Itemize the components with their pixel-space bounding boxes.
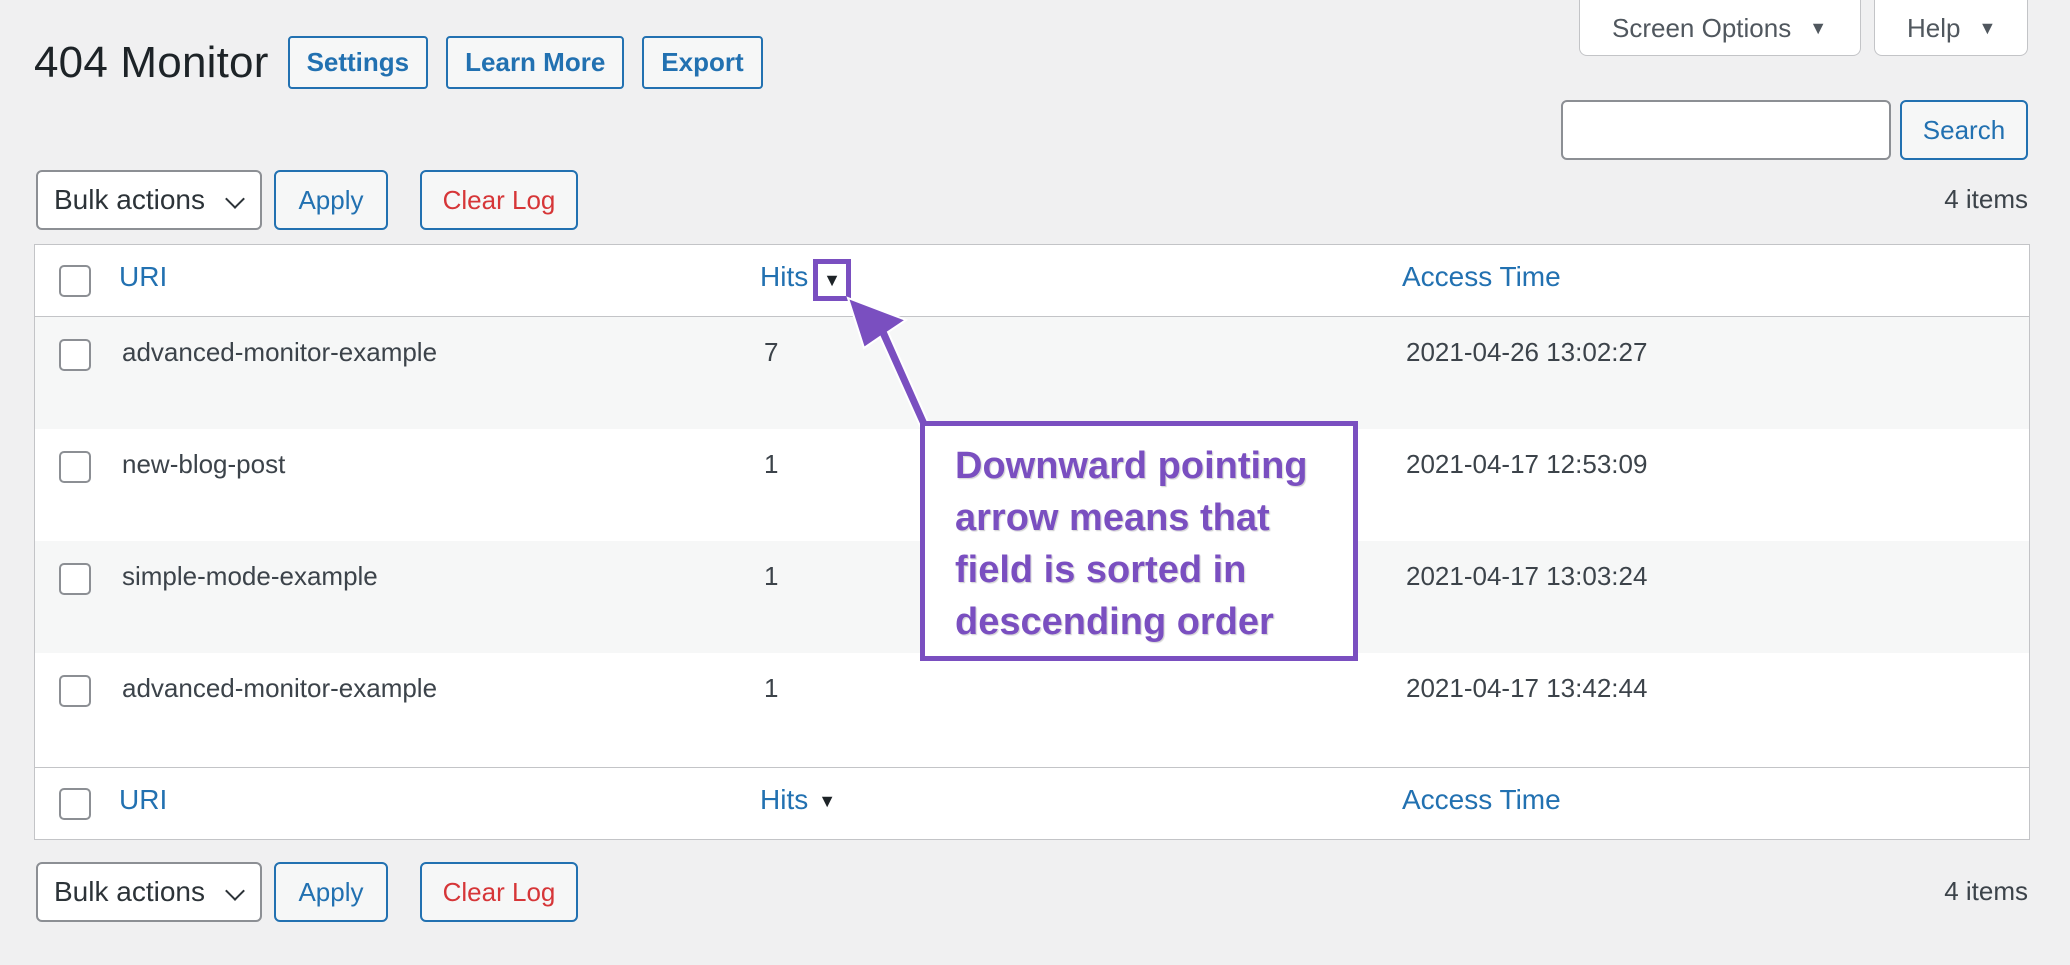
search-input[interactable] (1561, 100, 1891, 160)
tablenav-top: Bulk actions Apply Clear Log 4 items (36, 170, 2028, 230)
row-checkbox[interactable] (59, 675, 91, 707)
cell-access-time: 2021-04-17 13:42:44 (1406, 673, 1648, 703)
clear-log-button[interactable]: Clear Log (420, 170, 578, 230)
row-checkbox[interactable] (59, 339, 91, 371)
table-row: advanced-monitor-example 7 2021-04-26 13… (35, 317, 2029, 429)
clear-log-button-bottom[interactable]: Clear Log (420, 862, 578, 922)
sort-descending-icon[interactable]: ▼ (813, 259, 851, 301)
cell-access-time: 2021-04-26 13:02:27 (1406, 337, 1648, 367)
settings-button[interactable]: Settings (287, 36, 429, 89)
search-box: Search (1561, 100, 2028, 160)
tablenav-bottom: Bulk actions Apply Clear Log 4 items (36, 862, 2028, 922)
search-button[interactable]: Search (1900, 100, 2028, 160)
sort-descending-icon: ▼ (818, 791, 837, 812)
cell-access-time: 2021-04-17 13:03:24 (1406, 561, 1648, 591)
cell-hits: 7 (764, 337, 779, 367)
cell-hits: 1 (764, 449, 779, 479)
column-access-time-footer[interactable]: Access Time (1402, 784, 1561, 816)
column-access-time[interactable]: Access Time (1402, 261, 1561, 293)
table-footer: URI Hits ▼ Access Time (35, 767, 2029, 839)
bulk-actions-label: Bulk actions (54, 876, 205, 907)
cell-access-time: 2021-04-17 12:53:09 (1406, 449, 1648, 479)
screen-meta-links: Screen Options ▼ Help ▼ (1579, 0, 2028, 56)
screen-options-label: Screen Options (1612, 13, 1792, 43)
annotation-text: Downward pointing arrow means that field… (955, 445, 1308, 643)
learn-more-button[interactable]: Learn More (446, 36, 625, 89)
row-checkbox[interactable] (59, 451, 91, 483)
page-title: 404 Monitor (34, 37, 269, 87)
apply-button-bottom[interactable]: Apply (274, 862, 388, 922)
table-row: advanced-monitor-example 1 2021-04-17 13… (35, 653, 2029, 765)
help-label: Help (1907, 13, 1961, 43)
cell-hits: 1 (764, 673, 779, 703)
page-header: 404 Monitor Settings Learn More Export (34, 36, 781, 89)
select-all-checkbox-footer[interactable] (59, 788, 91, 820)
bulk-actions-select[interactable]: Bulk actions (36, 170, 262, 230)
column-uri[interactable]: URI (119, 261, 167, 293)
column-uri-footer[interactable]: URI (119, 784, 167, 816)
apply-button[interactable]: Apply (274, 170, 388, 230)
export-button[interactable]: Export (642, 36, 763, 89)
cell-uri: advanced-monitor-example (122, 337, 438, 367)
item-count-bottom: 4 items (1944, 876, 2028, 906)
sort-indicator-glyph: ▼ (823, 269, 841, 290)
caret-down-icon: ▼ (1809, 18, 1828, 38)
cell-uri: new-blog-post (122, 449, 286, 479)
chevron-down-icon (225, 189, 245, 209)
annotation-callout: Downward pointing arrow means that field… (920, 421, 1358, 661)
column-hits-footer[interactable]: Hits ▼ (760, 784, 836, 816)
column-hits[interactable]: Hits (760, 261, 808, 293)
table-header: URI Hits ▼ Access Time (35, 245, 2029, 317)
cell-uri: advanced-monitor-example (122, 673, 438, 703)
bulk-actions-select-bottom[interactable]: Bulk actions (36, 862, 262, 922)
cell-hits: 1 (764, 561, 779, 591)
chevron-down-icon (225, 881, 245, 901)
item-count: 4 items (1944, 184, 2028, 214)
hits-label: Hits (760, 784, 809, 815)
screen-options-button[interactable]: Screen Options ▼ (1579, 0, 1861, 56)
caret-down-icon: ▼ (1978, 18, 1997, 38)
bulk-actions-label: Bulk actions (54, 184, 205, 215)
help-button[interactable]: Help ▼ (1874, 0, 2028, 56)
cell-uri: simple-mode-example (122, 561, 378, 591)
row-checkbox[interactable] (59, 563, 91, 595)
select-all-checkbox[interactable] (59, 265, 91, 297)
